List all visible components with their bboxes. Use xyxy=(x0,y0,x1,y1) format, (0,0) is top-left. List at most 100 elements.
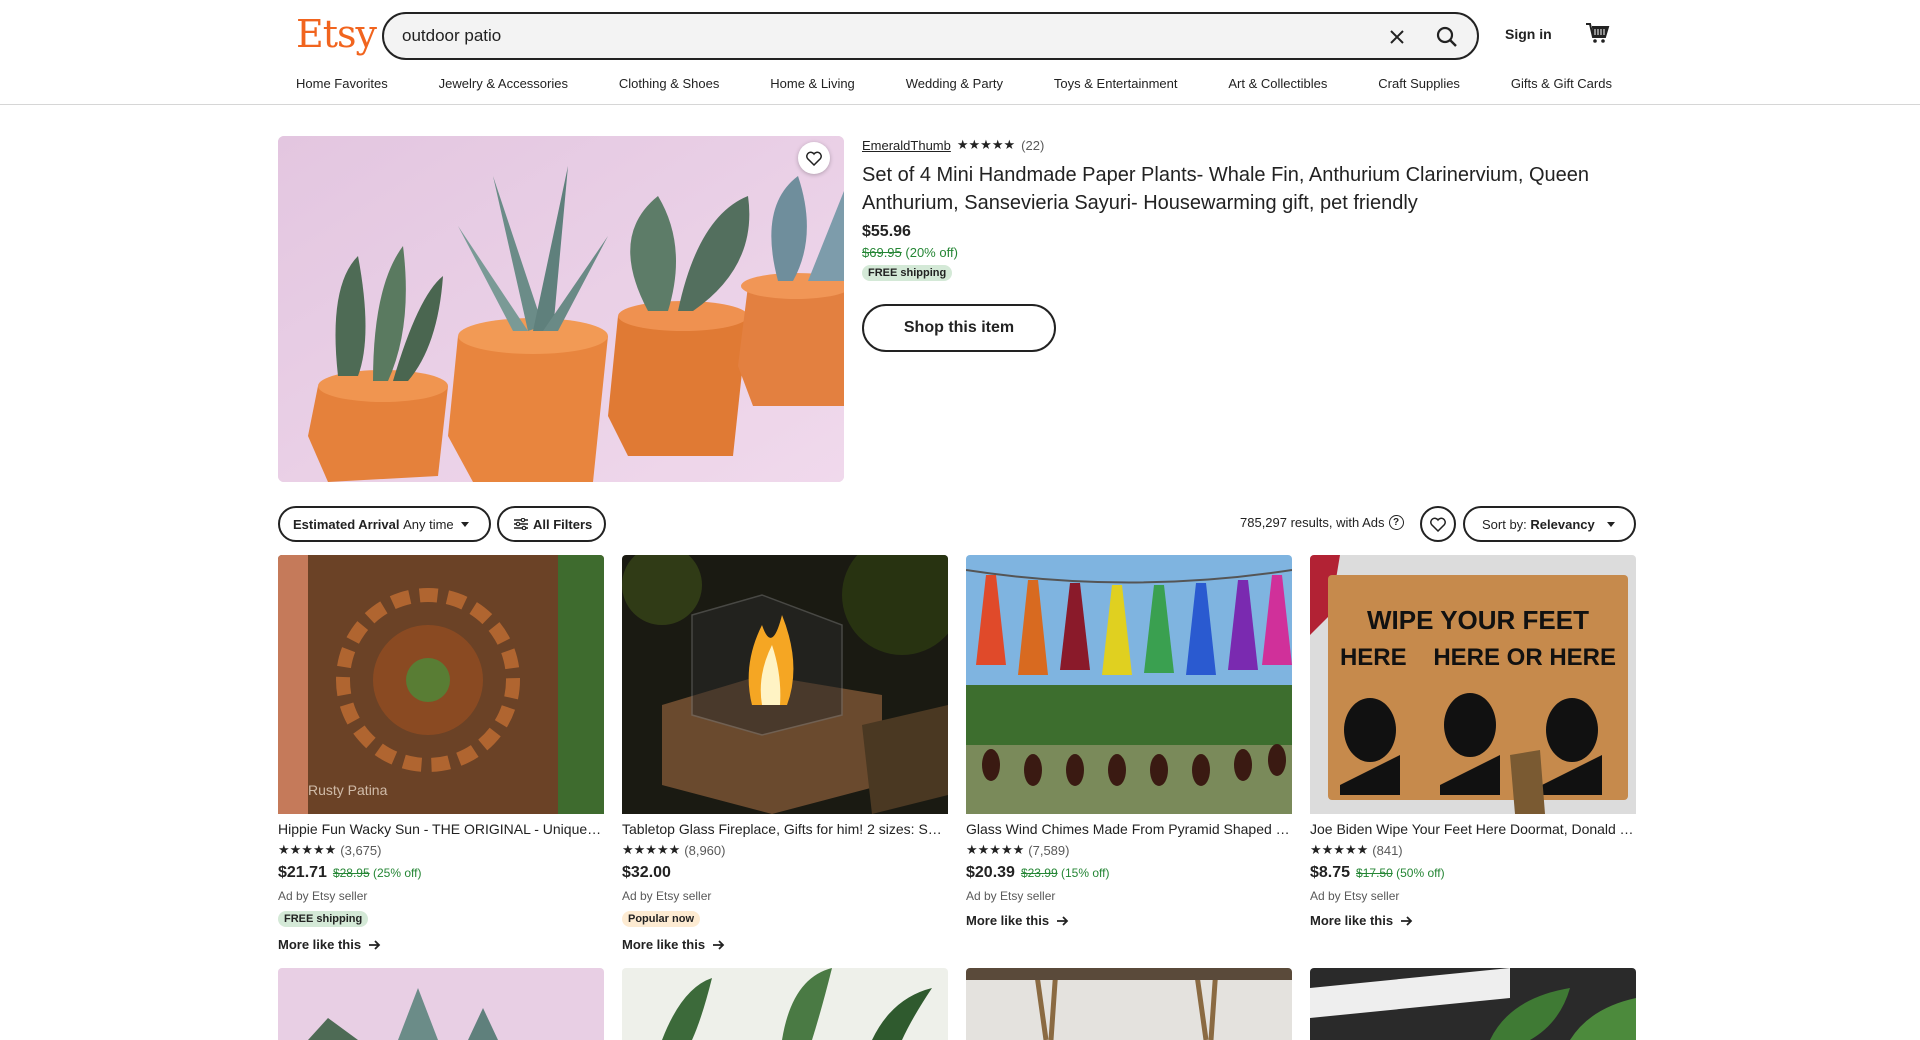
listing-title[interactable]: Tabletop Glass Fireplace, Gifts for him!… xyxy=(622,821,948,837)
more-like-this-label: More like this xyxy=(966,913,1050,928)
star-rating: ★★★★★ xyxy=(966,842,1025,857)
listing-title[interactable]: Hippie Fun Wacky Sun - THE ORIGINAL - Un… xyxy=(278,821,604,837)
listing-image-macrame[interactable] xyxy=(966,968,1292,1040)
nav-jewelry[interactable]: Jewelry & Accessories xyxy=(439,76,568,91)
price-row: $21.71 $28.95 (25% off) xyxy=(278,864,604,882)
nav-home-favorites[interactable]: Home Favorites xyxy=(296,76,388,91)
search-icon[interactable] xyxy=(1431,22,1463,52)
nav-art[interactable]: Art & Collectibles xyxy=(1228,76,1327,91)
arrival-label: Estimated Arrival xyxy=(293,516,400,532)
listing-card[interactable]: Tabletop Glass Fireplace, Gifts for him!… xyxy=(622,555,948,952)
watermark-text: Rusty Patina xyxy=(308,782,388,798)
more-like-this-link[interactable]: More like this xyxy=(1310,913,1636,928)
ad-label: Ad by Etsy seller xyxy=(1310,889,1400,903)
free-shipping-badge: FREE shipping xyxy=(278,911,369,927)
more-like-this-label: More like this xyxy=(1310,913,1394,928)
listing-card[interactable]: Rusty Patina Hippie Fun Wacky Sun - THE … xyxy=(278,555,604,952)
arrow-right-icon xyxy=(369,939,381,950)
search-input[interactable] xyxy=(402,23,1362,49)
all-filters-button[interactable]: All Filters xyxy=(497,506,606,542)
nav-wedding[interactable]: Wedding & Party xyxy=(906,76,1003,91)
more-like-this-link[interactable]: More like this xyxy=(966,913,1292,928)
doormat-text-line2: HERE HERE OR HERE xyxy=(1340,644,1616,671)
caret-down-icon xyxy=(1606,521,1615,527)
star-rating: ★★★★★ xyxy=(278,842,337,857)
ad-label: Ad by Etsy seller xyxy=(622,889,712,903)
estimated-arrival-dropdown[interactable]: Estimated Arrival Any time xyxy=(278,506,491,542)
original-price-wrap: $17.50 (50% off) xyxy=(1356,866,1445,880)
discount-label: (20% off) xyxy=(905,245,958,260)
star-rating: ★★★★★ xyxy=(622,842,681,857)
original-price: $17.50 xyxy=(1356,866,1393,880)
save-search-heart-icon[interactable] xyxy=(1420,506,1456,542)
star-rating: ★★★★★ xyxy=(1310,842,1369,857)
arrival-value: Any time xyxy=(403,516,454,532)
arrow-right-icon xyxy=(713,939,725,950)
review-count: (22) xyxy=(1021,137,1045,153)
featured-original-price: $69.95 (20% off) xyxy=(862,245,958,260)
more-like-this-link[interactable]: More like this xyxy=(622,937,948,952)
arrow-right-icon xyxy=(1401,915,1413,926)
listing-image-paper-plants[interactable] xyxy=(278,968,604,1040)
nav-clothing[interactable]: Clothing & Shoes xyxy=(619,76,719,91)
listing-title[interactable]: Joe Biden Wipe Your Feet Here Doormat, D… xyxy=(1310,821,1636,837)
search-bar xyxy=(382,12,1479,60)
original-price: $69.95 xyxy=(862,245,902,260)
featured-title[interactable]: Set of 4 Mini Handmade Paper Plants- Wha… xyxy=(862,161,1622,217)
price-row: $20.39 $23.99 (15% off) xyxy=(966,864,1292,882)
more-like-this-label: More like this xyxy=(278,937,362,952)
featured-shop-row: EmeraldThumb ★★★★★ (22) xyxy=(862,137,1044,153)
listing-image-doormat[interactable]: WIPE YOUR FEET HERE HERE OR HERE xyxy=(1310,555,1636,814)
site-header: Etsy Sign in Home Favorites Jewelry & Ac… xyxy=(0,0,1920,105)
clear-search-icon[interactable] xyxy=(1385,25,1409,49)
nav-home-living[interactable]: Home & Living xyxy=(770,76,855,91)
review-count: (3,675) xyxy=(340,842,382,858)
help-question-icon[interactable]: ? xyxy=(1388,515,1404,530)
listing-price: $8.75 xyxy=(1310,864,1351,881)
featured-badge-wrap: FREE shipping xyxy=(862,263,953,281)
category-nav: Home Favorites Jewelry & Accessories Clo… xyxy=(296,76,1612,91)
shop-name-link[interactable]: EmeraldThumb xyxy=(862,138,951,153)
price-row: $32.00 xyxy=(622,864,948,882)
listing-rating: ★★★★★ (3,675) xyxy=(278,842,604,858)
more-like-this-label: More like this xyxy=(622,937,706,952)
shop-this-item-button[interactable]: Shop this item xyxy=(862,304,1056,352)
original-price: $23.99 xyxy=(1020,866,1058,880)
nav-craft[interactable]: Craft Supplies xyxy=(1378,76,1460,91)
listing-price: $21.71 xyxy=(278,864,327,881)
featured-price: $55.96 xyxy=(862,223,911,240)
discount-label: (50% off) xyxy=(1396,866,1445,880)
featured-listing-image[interactable] xyxy=(278,136,844,482)
popular-now-badge: Popular now xyxy=(622,911,700,927)
listing-image-fireplace[interactable] xyxy=(622,555,948,814)
etsy-logo[interactable]: Etsy xyxy=(296,12,377,56)
listing-card[interactable]: WIPE YOUR FEET HERE HERE OR HERE Joe Bid… xyxy=(1310,555,1636,928)
listing-image-houseplants[interactable] xyxy=(622,968,948,1040)
cart-icon[interactable] xyxy=(1584,20,1614,50)
review-count: (841) xyxy=(1372,842,1403,858)
sort-value: Relevancy xyxy=(1530,516,1595,532)
listing-price: $32.00 xyxy=(622,864,671,881)
listing-image-sign[interactable] xyxy=(1310,968,1636,1040)
listing-card[interactable]: Glass Wind Chimes Made From Pyramid Shap… xyxy=(966,555,1292,928)
listing-rating: ★★★★★ (841) xyxy=(1310,842,1636,858)
listing-price: $20.39 xyxy=(966,864,1015,881)
all-filters-label: All Filters xyxy=(533,516,593,532)
nav-gifts[interactable]: Gifts & Gift Cards xyxy=(1511,76,1612,91)
filter-sliders-icon xyxy=(514,518,528,530)
sort-dropdown[interactable]: Sort by: Relevancy xyxy=(1463,506,1636,542)
results-count: 785,297 results, with Ads ? xyxy=(1240,515,1404,530)
discount-label: (25% off) xyxy=(372,866,422,880)
sign-in-link[interactable]: Sign in xyxy=(1505,26,1552,42)
more-like-this-link[interactable]: More like this xyxy=(278,937,604,952)
listing-image-wind-chimes[interactable] xyxy=(966,555,1292,814)
original-price-wrap: $23.99 (15% off) xyxy=(1021,866,1110,880)
favorite-heart-icon[interactable] xyxy=(798,142,830,174)
listing-title[interactable]: Glass Wind Chimes Made From Pyramid Shap… xyxy=(966,821,1292,837)
nav-toys[interactable]: Toys & Entertainment xyxy=(1054,76,1178,91)
star-rating: ★★★★★ xyxy=(956,137,1016,152)
free-shipping-badge: FREE shipping xyxy=(862,265,953,281)
caret-down-icon xyxy=(460,521,469,527)
listing-image-sun[interactable]: Rusty Patina xyxy=(278,555,604,814)
badge-wrap: FREE shipping xyxy=(278,909,604,927)
